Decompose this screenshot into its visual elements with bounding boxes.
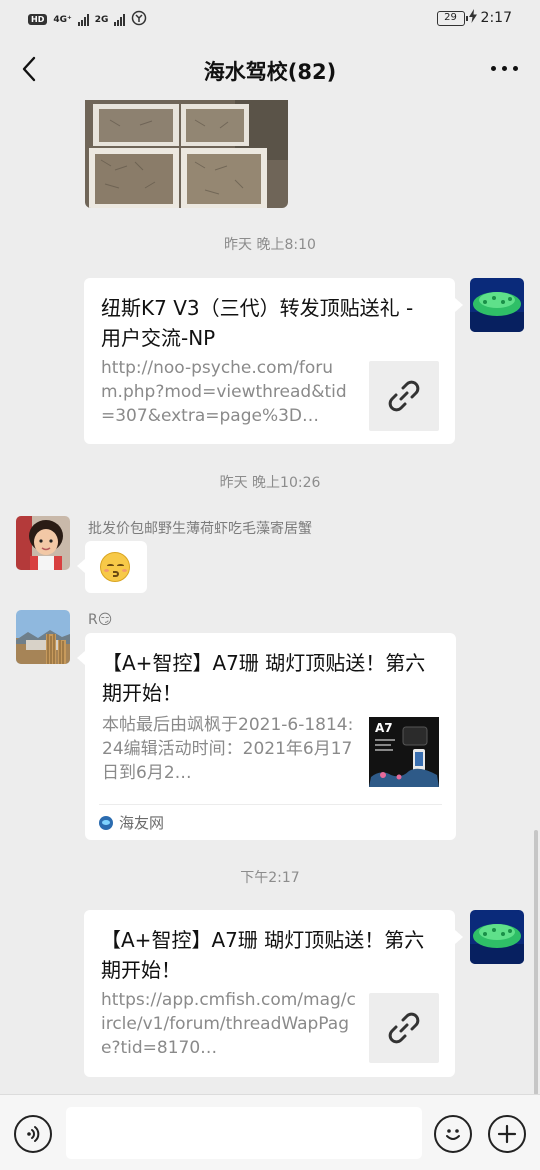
- signal-icon: [77, 13, 89, 26]
- sender-name: R😏: [88, 612, 113, 628]
- bubble-tail: [77, 559, 85, 573]
- bubble-tail: [455, 930, 463, 944]
- timestamp: 昨天 晚上8:10: [224, 237, 316, 253]
- status-right: 29 2:17: [436, 9, 512, 27]
- link-thumbnail: [369, 993, 439, 1063]
- link-card[interactable]: 纽斯K7 V3（三代）转发顶贴送礼 - 用户交流-NP http://noo-p…: [84, 278, 455, 444]
- divider: [99, 804, 442, 805]
- article-card[interactable]: 【A+智控】A7珊 瑚灯顶贴送！第六期开始！ 本帖最后由飒枫于2021-6-18…: [85, 633, 456, 840]
- kissing-face-emoji: [100, 552, 130, 582]
- image-message[interactable]: [85, 100, 288, 208]
- article-thumbnail: A7: [369, 717, 439, 787]
- status-left: HD 4G⁺ 2G: [28, 10, 147, 29]
- article-source: 海友网: [99, 812, 164, 833]
- source-logo-icon: [99, 815, 113, 830]
- link-title: 纽斯K7 V3（三代）转发顶贴送礼 - 用户交流-NP: [101, 296, 414, 350]
- charging-icon: [468, 9, 477, 27]
- article-title: 【A+智控】A7珊 瑚灯顶贴送！第六期开始！: [102, 651, 426, 705]
- emoji-icon[interactable]: [434, 1115, 472, 1153]
- hd-indicator: HD: [28, 14, 48, 25]
- avatar[interactable]: [16, 516, 70, 570]
- avatar[interactable]: [16, 610, 70, 664]
- chat-header: 海水驾校(82): [0, 38, 540, 100]
- emoji-bubble[interactable]: [85, 541, 147, 593]
- timestamp: 昨天 晚上10:26: [219, 475, 321, 491]
- plus-icon[interactable]: [488, 1115, 526, 1153]
- link-title: 【A+智控】A7珊 瑚灯顶贴送！第六期开始！: [101, 928, 425, 982]
- nfc-icon: [131, 10, 147, 29]
- scrollbar[interactable]: [534, 830, 538, 1095]
- sender-name: 批发价包邮野生薄荷虾吃毛藻寄居蟹: [88, 521, 312, 537]
- link-icon: [388, 380, 420, 412]
- bubble-tail: [455, 298, 463, 312]
- link-description: http://noo-psyche.com/forum.php?mod=view…: [101, 358, 347, 426]
- avatar[interactable]: [470, 278, 524, 332]
- network-label-2: 2G: [94, 14, 109, 25]
- signal-icon-2: [114, 13, 126, 26]
- link-card[interactable]: 【A+智控】A7珊 瑚灯顶贴送！第六期开始！ https://app.cmfis…: [84, 910, 455, 1077]
- more-dots-icon[interactable]: [491, 66, 518, 71]
- network-label-1: 4G⁺: [53, 14, 72, 25]
- link-icon: [388, 1012, 420, 1044]
- link-description: https://app.cmfish.com/mag/circle/v1/for…: [101, 990, 356, 1058]
- voice-icon[interactable]: [14, 1115, 52, 1153]
- battery-icon: 29: [436, 10, 468, 26]
- status-time: 2:17: [480, 10, 512, 26]
- article-description: 本帖最后由飒枫于2021-6-1814:24编辑活动时间：2021年6月17日到…: [102, 715, 354, 783]
- link-thumbnail: [369, 361, 439, 431]
- timestamp: 下午2:17: [240, 870, 300, 886]
- status-bar: HD 4G⁺ 2G 29 2:17: [0, 0, 540, 38]
- message-list[interactable]: 昨天 晚上8:10 纽斯K7 V3（三代）转发顶贴送礼 - 用户交流-NP ht…: [0, 100, 540, 1094]
- shrimp-photo: [85, 100, 288, 208]
- source-name: 海友网: [119, 814, 165, 832]
- message-input[interactable]: [66, 1107, 422, 1159]
- bubble-tail: [77, 651, 85, 665]
- chat-title: 海水驾校(82): [203, 60, 337, 84]
- input-bar: [0, 1094, 540, 1170]
- avatar[interactable]: [470, 910, 524, 964]
